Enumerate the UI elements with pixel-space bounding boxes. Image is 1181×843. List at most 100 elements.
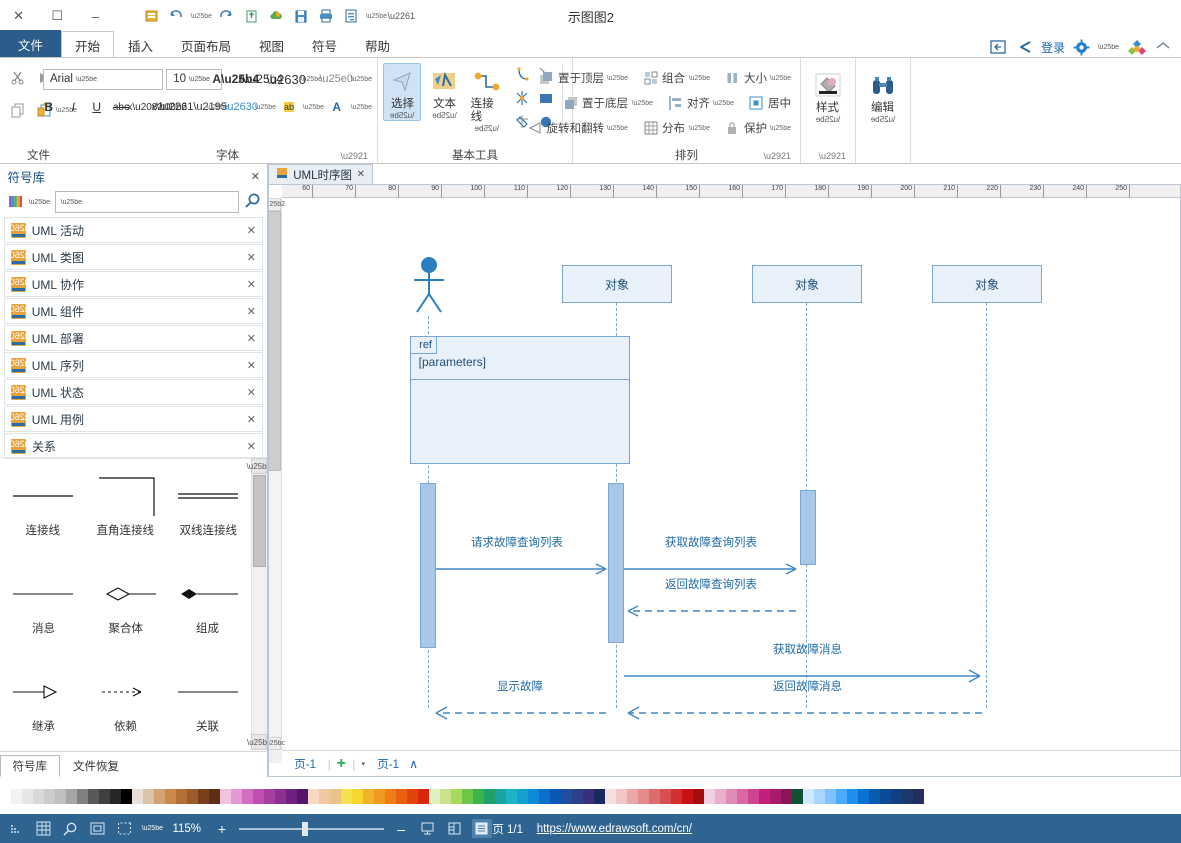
color-swatch[interactable] [440, 789, 451, 804]
gallery-scroll-thumb[interactable] [253, 475, 266, 567]
distribute-button[interactable]: 分布 \u25be [638, 117, 713, 139]
message-label[interactable]: 返回故障消息 [725, 680, 890, 695]
library-item-uml-component[interactable]: \u2605 UML 组件 ✕ [4, 298, 263, 324]
library-item-uml-class[interactable]: \u2605 UML 类图 ✕ [4, 244, 263, 270]
scroll-up-button[interactable]: \u25b2 [268, 198, 285, 211]
text-tool-caret-icon[interactable]: \u25be [432, 111, 456, 120]
color-swatch[interactable] [253, 789, 264, 804]
color-swatch[interactable] [748, 789, 759, 804]
page-menu-caret-icon[interactable]: ▾ [361, 760, 365, 768]
gallery-item-inheritance[interactable]: 继承 [2, 656, 84, 750]
color-swatch[interactable] [913, 789, 924, 804]
full-screen-button[interactable] [115, 819, 135, 838]
lock-button[interactable]: 保护 \u25be [720, 117, 795, 139]
distribute-caret-icon[interactable]: \u25be [688, 125, 709, 132]
document-tab-uml-sequence[interactable]: UML时序图 ✕ [268, 164, 374, 184]
rectangle-shape-button[interactable] [534, 87, 558, 109]
library-close-icon[interactable]: ✕ [247, 251, 256, 264]
new-document-icon[interactable] [340, 5, 362, 27]
library-item-uml-activity[interactable]: \u2605 UML 活动 ✕ [4, 217, 263, 243]
presentation-view-button[interactable] [418, 819, 438, 838]
color-swatch[interactable] [396, 789, 407, 804]
color-swatch[interactable] [649, 789, 660, 804]
cloud-icon[interactable] [265, 5, 287, 27]
font-family-select[interactable]: Arial \u25be [43, 68, 163, 90]
group-button[interactable]: 组合 \u25be [638, 67, 713, 89]
edit-caret-icon[interactable]: \u25be [871, 115, 895, 124]
color-swatch[interactable] [891, 789, 902, 804]
color-swatch[interactable] [231, 789, 242, 804]
color-swatch[interactable] [341, 789, 352, 804]
text-tool-button[interactable]: 文本 \u25be [425, 63, 463, 121]
size-button[interactable]: 大小 \u25be [720, 67, 795, 89]
color-swatch[interactable] [110, 789, 121, 804]
color-swatch[interactable] [539, 789, 550, 804]
gallery-scrollbar[interactable]: \u25b2 \u25bc [247, 458, 267, 750]
color-swatch[interactable] [176, 789, 187, 804]
document-tab-close-icon[interactable]: ✕ [357, 169, 365, 180]
italic-button[interactable]: I [62, 97, 84, 118]
color-swatch[interactable] [0, 789, 11, 804]
library-close-icon[interactable]: ✕ [247, 440, 256, 453]
style-dialog-launcher-icon[interactable]: \u2921 [818, 151, 846, 161]
message-label[interactable]: 获取故障消息 [725, 643, 890, 658]
color-swatch[interactable] [627, 789, 638, 804]
select-tool-caret-icon[interactable]: \u25be [390, 111, 414, 120]
app-logo-caret-icon[interactable]: \u25be [1098, 36, 1119, 58]
library-close-icon[interactable]: ✕ [247, 413, 256, 426]
color-swatch[interactable] [759, 789, 770, 804]
page-layout-view-button[interactable] [445, 819, 465, 838]
message-label[interactable]: 请求故障查询列表 [435, 536, 600, 551]
color-swatch[interactable] [308, 789, 319, 804]
library-item-uml-sequence[interactable]: \u2605 UML 序列 ✕ [4, 352, 263, 378]
zoom-region-button[interactable] [61, 819, 81, 838]
diagram-canvas[interactable]: 对象 对象 对象 ref [parameters] 请求故障查询列表 获取故障查… [282, 198, 1180, 750]
color-swatch[interactable] [847, 789, 858, 804]
color-swatch[interactable] [33, 789, 44, 804]
gallery-item-message[interactable]: 消息 [2, 558, 84, 656]
gallery-item-connector[interactable]: 连接线 [2, 460, 84, 558]
resize-grip-icon[interactable] [8, 824, 22, 834]
library-close-icon[interactable]: ✕ [247, 224, 256, 237]
gallery-item-dependency[interactable]: 依赖 [84, 656, 166, 750]
text-arc-button[interactable]: \u25e0 [319, 69, 353, 90]
center-button[interactable]: 居中 [744, 92, 795, 114]
color-swatch[interactable] [561, 789, 572, 804]
color-swatch[interactable] [55, 789, 66, 804]
color-swatch[interactable] [66, 789, 77, 804]
gallery-scroll-down-button[interactable]: \u25bc [247, 734, 267, 750]
color-swatch[interactable] [418, 789, 429, 804]
font-color-caret-icon[interactable]: \u25be [350, 97, 372, 118]
undo-icon[interactable] [215, 5, 237, 27]
color-swatch[interactable] [638, 789, 649, 804]
star-shape-button[interactable] [510, 87, 534, 109]
color-swatch[interactable] [528, 789, 539, 804]
bold-button[interactable]: B [38, 97, 60, 118]
color-swatch[interactable] [693, 789, 704, 804]
fit-page-button[interactable] [88, 819, 108, 838]
color-swatch[interactable] [352, 789, 363, 804]
save-icon[interactable] [290, 5, 312, 27]
tab-home[interactable]: 开始 [61, 31, 115, 58]
collapse-chevron-icon[interactable]: ∧ [410, 757, 419, 771]
color-swatch[interactable] [462, 789, 473, 804]
highlight-caret-icon[interactable]: \u25be [302, 97, 324, 118]
search-icon[interactable] [244, 192, 261, 212]
color-swatch[interactable] [880, 789, 891, 804]
style-button[interactable]: 样式 \u25be [806, 67, 850, 125]
color-swatch[interactable] [737, 789, 748, 804]
tab-view[interactable]: 视图 [245, 31, 298, 58]
activation-bar[interactable] [800, 490, 816, 565]
bring-to-front-button[interactable]: 置于顶层 \u25be [534, 67, 632, 89]
align-caret-icon[interactable]: \u25be [713, 100, 734, 107]
group-caret-icon[interactable]: \u25be [688, 75, 709, 82]
app-logo-icon[interactable] [1127, 36, 1147, 58]
color-swatch[interactable] [143, 789, 154, 804]
color-swatch[interactable] [121, 789, 132, 804]
scroll-down-button[interactable]: \u25bc [268, 737, 285, 750]
object-box[interactable]: 对象 [562, 265, 672, 303]
minimize-button[interactable]: – [76, 1, 114, 31]
vertical-scroll-thumb[interactable] [268, 211, 281, 471]
align-button[interactable]: 对齐 \u25be [663, 92, 738, 114]
library-close-icon[interactable]: ✕ [247, 359, 256, 372]
